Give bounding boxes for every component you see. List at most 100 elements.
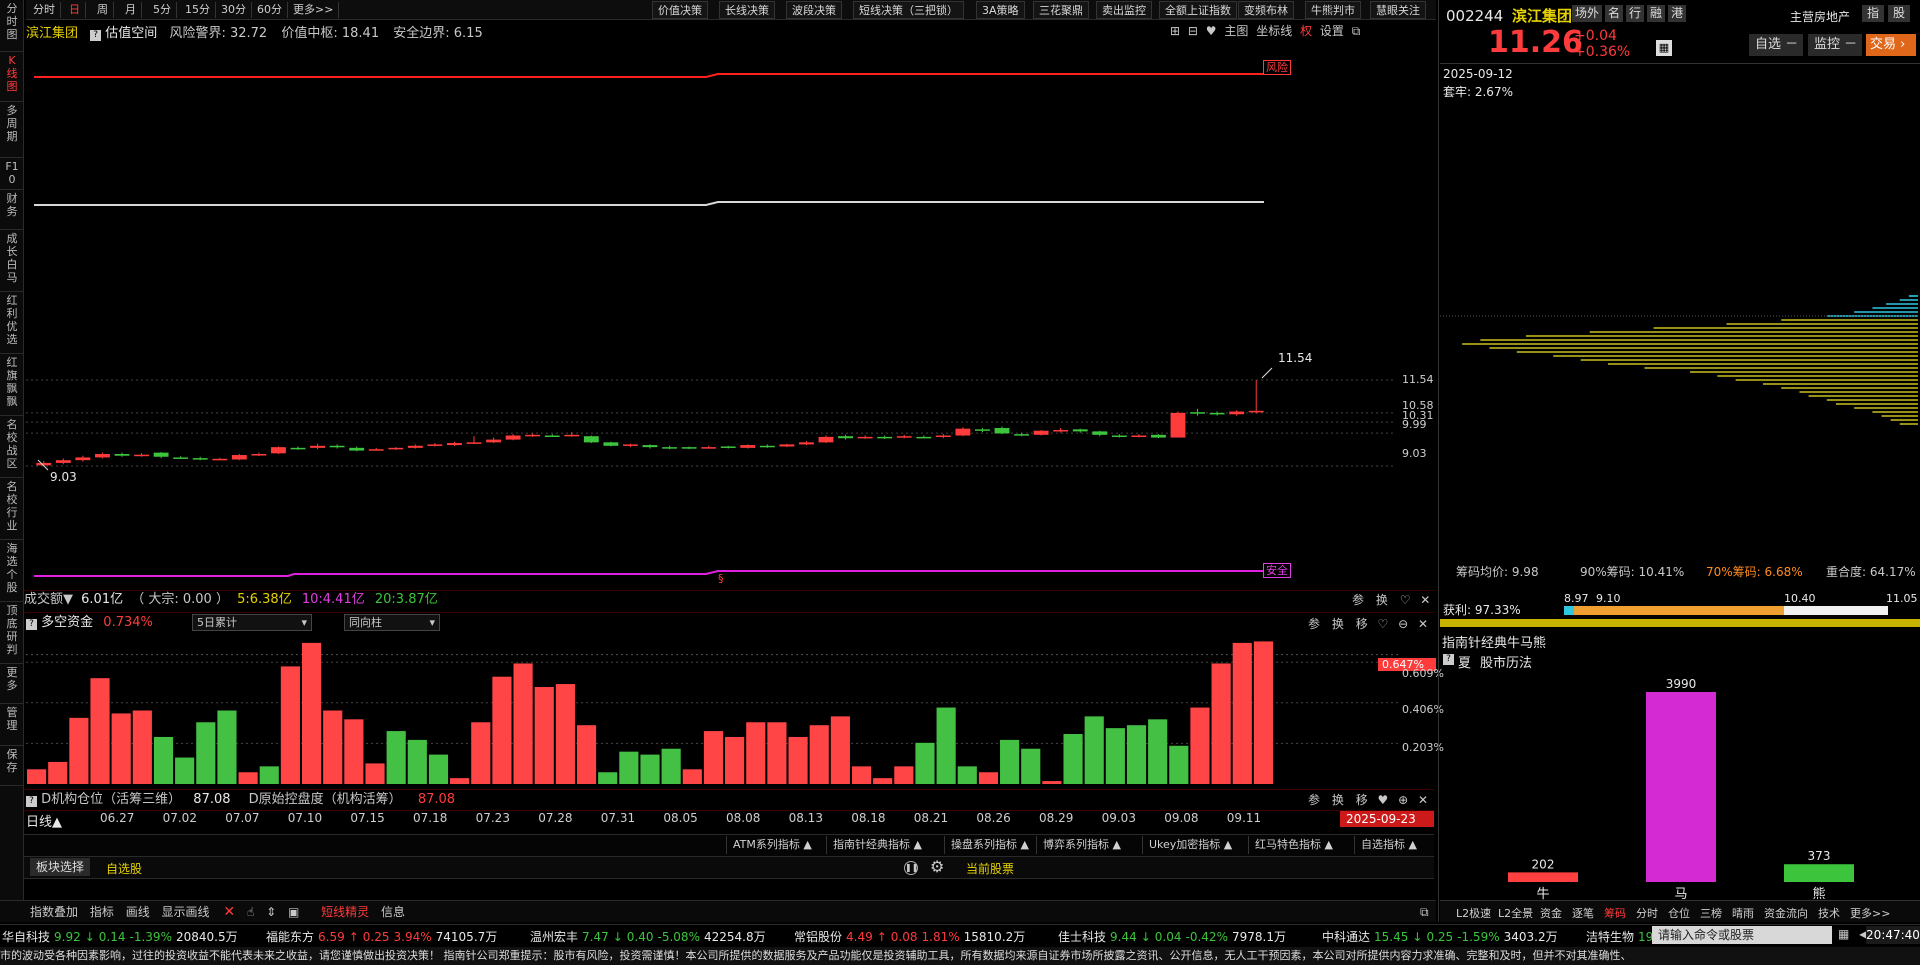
strategy-tab-3[interactable]: 短线决策（三把锁） [853, 1, 964, 19]
right-tab-6[interactable]: 仓位 [1668, 905, 1690, 921]
close-icon[interactable]: ✕ [1420, 593, 1430, 607]
indicator-classic[interactable]: 指南针经典指标 ▲ [826, 836, 928, 854]
strategy-tab-0[interactable]: 价值决策 [652, 1, 708, 19]
strategy-tab-1[interactable]: 长线决策 [719, 1, 775, 19]
inst-move[interactable]: 移 [1356, 793, 1368, 807]
right-tab-0[interactable]: L2极速 [1456, 905, 1491, 921]
right-tab-9[interactable]: 资金流向 [1764, 905, 1808, 921]
tool-overlay-index[interactable]: 指数叠加 [30, 905, 78, 919]
ticker-item[interactable]: 常铝股份 4.49 ↑ 0.08 1.81% 15810.2万 [794, 928, 1029, 945]
period-tab-6[interactable]: 30分 [216, 2, 252, 18]
favorite-icon[interactable]: ♡ [1400, 593, 1411, 607]
block-select-button[interactable]: 板块选择 [30, 858, 90, 876]
tool-indicator[interactable]: 指标 [90, 905, 114, 919]
trade-button[interactable]: 交易 › [1866, 34, 1916, 56]
ticker-item[interactable]: 温州宏丰 7.47 ↓ 0.40 -5.08% 42254.8万 [530, 928, 770, 945]
left-tab-0[interactable]: 分时图 [0, 0, 24, 52]
period-tab-0[interactable]: 分时 [28, 2, 61, 18]
left-tab-7[interactable]: 红旗飘飘 [0, 354, 24, 416]
left-tab-3[interactable]: F10 [0, 158, 24, 190]
zoom-icon[interactable]: ⊕ [1398, 793, 1408, 807]
right-tab-10[interactable]: 技术 [1818, 905, 1840, 921]
period-tab-8[interactable]: 更多>> [288, 2, 340, 18]
vertical-arrows-icon[interactable]: ⇕ [266, 905, 276, 919]
inst-switch[interactable]: 换 [1332, 793, 1344, 807]
hand-icon[interactable]: ☝ [247, 905, 254, 919]
lock-icon[interactable]: ▣ [288, 905, 299, 919]
left-tab-9[interactable]: 名校行业 [0, 478, 24, 540]
strategy-tab-10[interactable]: 慧眼关注 [1370, 1, 1426, 19]
help-icon[interactable]: ? [1443, 654, 1454, 665]
right-tab-2[interactable]: 资金 [1540, 905, 1562, 921]
current-stock-tab[interactable]: 当前股票 [966, 860, 1014, 877]
period-tab-4[interactable]: 5分 [148, 2, 177, 18]
pause-icon[interactable]: ❚❚ [904, 861, 918, 875]
left-tab-13[interactable]: 管理 [0, 704, 24, 746]
period-tab-2[interactable]: 周 [92, 2, 114, 18]
stock-tag[interactable]: 港 [1668, 5, 1687, 22]
favorite-icon[interactable]: ♥ [1378, 793, 1389, 807]
tool-show-lines[interactable]: 显示画线 [162, 905, 210, 919]
left-tab-12[interactable]: 更多 [0, 664, 24, 704]
right-tab-1[interactable]: L2全景 [1498, 905, 1533, 921]
calendar-icon[interactable]: ▦ [1656, 40, 1672, 56]
period-tab-3[interactable]: 月 [120, 2, 142, 18]
right-tab-3[interactable]: 逐笔 [1572, 905, 1594, 921]
left-tab-4[interactable]: 财务 [0, 190, 24, 230]
volume-label[interactable]: 成交额▼ [24, 592, 73, 607]
watch-button[interactable]: 自选 － [1749, 34, 1803, 56]
strategy-tab-4[interactable]: 3A策略 [976, 1, 1025, 19]
fund-param[interactable]: 参 [1308, 617, 1320, 631]
favorite-icon[interactable]: ♡ [1378, 617, 1389, 631]
right-tab-4[interactable]: 筹码 [1604, 905, 1626, 921]
fund-period-select[interactable]: 5日累计 ▾ [192, 614, 312, 631]
stock-tag[interactable]: 名 [1605, 5, 1624, 22]
tool-info[interactable]: 信息 [381, 905, 405, 919]
right-tab-5[interactable]: 分时 [1636, 905, 1658, 921]
left-tab-2[interactable]: 多周期 [0, 102, 24, 158]
strategy-tab-5[interactable]: 三花聚鼎 [1033, 1, 1089, 19]
volume-param[interactable]: 参 [1352, 593, 1364, 607]
zoom-out-icon[interactable]: ⊟ [1188, 24, 1198, 38]
indicator-atm[interactable]: ATM系列指标 ▲ [726, 836, 818, 854]
strategy-tab-6[interactable]: 卖出监控 [1096, 1, 1152, 19]
tool-rights[interactable]: 权 [1300, 24, 1312, 38]
gear-icon[interactable]: ⚙ [930, 858, 944, 876]
stock-tag[interactable]: 行 [1626, 5, 1645, 22]
right-tab-11[interactable]: 更多>> [1850, 905, 1890, 921]
export-icon[interactable]: ⧉ [1352, 24, 1361, 38]
inst-param[interactable]: 参 [1308, 793, 1320, 807]
indicator-game[interactable]: 博弈系列指标 ▲ [1036, 836, 1127, 854]
ticker-item[interactable]: 佳士科技 9.44 ↓ 0.04 -0.42% 7978.1万 [1058, 928, 1290, 945]
tool-short-elf[interactable]: 短线精灵 [321, 905, 369, 919]
tool-main[interactable]: 主图 [1224, 24, 1248, 38]
favorite-icon[interactable]: ♥ [1206, 24, 1217, 38]
index-button[interactable]: 指 [1862, 5, 1884, 22]
zoom-icon[interactable]: ⊖ [1398, 617, 1408, 631]
indicator-custom[interactable]: 自选指标 ▲ [1354, 836, 1423, 854]
expand-icon[interactable]: ⧉ [1420, 901, 1429, 923]
date-axis-label[interactable]: 日线▲ [26, 811, 62, 830]
close-icon[interactable]: ✕ [1418, 617, 1428, 631]
left-tab-1[interactable]: K线图 [0, 52, 24, 102]
strategy-tab-2[interactable]: 波段决策 [786, 1, 842, 19]
tool-draw-line[interactable]: 画线 [126, 905, 150, 919]
fund-switch[interactable]: 换 [1332, 617, 1344, 631]
delete-icon[interactable]: ✕ [223, 904, 235, 920]
ticker-item[interactable]: 中科通达 15.45 ↓ 0.25 -1.59% 3403.2万 [1322, 928, 1562, 945]
indicator-redhorse[interactable]: 红马特色指标 ▲ [1248, 836, 1339, 854]
monitor-button[interactable]: 监控 － [1808, 34, 1862, 56]
period-tab-5[interactable]: 15分 [180, 2, 216, 18]
zoom-in-icon[interactable]: ⊞ [1170, 24, 1180, 38]
stock-button[interactable]: 股 [1888, 5, 1910, 22]
left-tab-14[interactable]: 保存 [0, 746, 24, 786]
close-icon[interactable]: ✕ [1418, 793, 1428, 807]
period-tab-1[interactable]: 日 [64, 2, 86, 18]
stock-tag[interactable]: 融 [1647, 5, 1666, 22]
calculator-icon[interactable]: ▦ [1838, 927, 1849, 941]
help-icon[interactable]: ? [26, 619, 37, 630]
indicator-trading[interactable]: 操盘系列指标 ▲ [944, 836, 1035, 854]
left-tab-6[interactable]: 红利优选 [0, 292, 24, 354]
ticker-item[interactable]: 洁特生物 19 [1586, 928, 1657, 945]
left-tab-10[interactable]: 海选个股 [0, 540, 24, 602]
